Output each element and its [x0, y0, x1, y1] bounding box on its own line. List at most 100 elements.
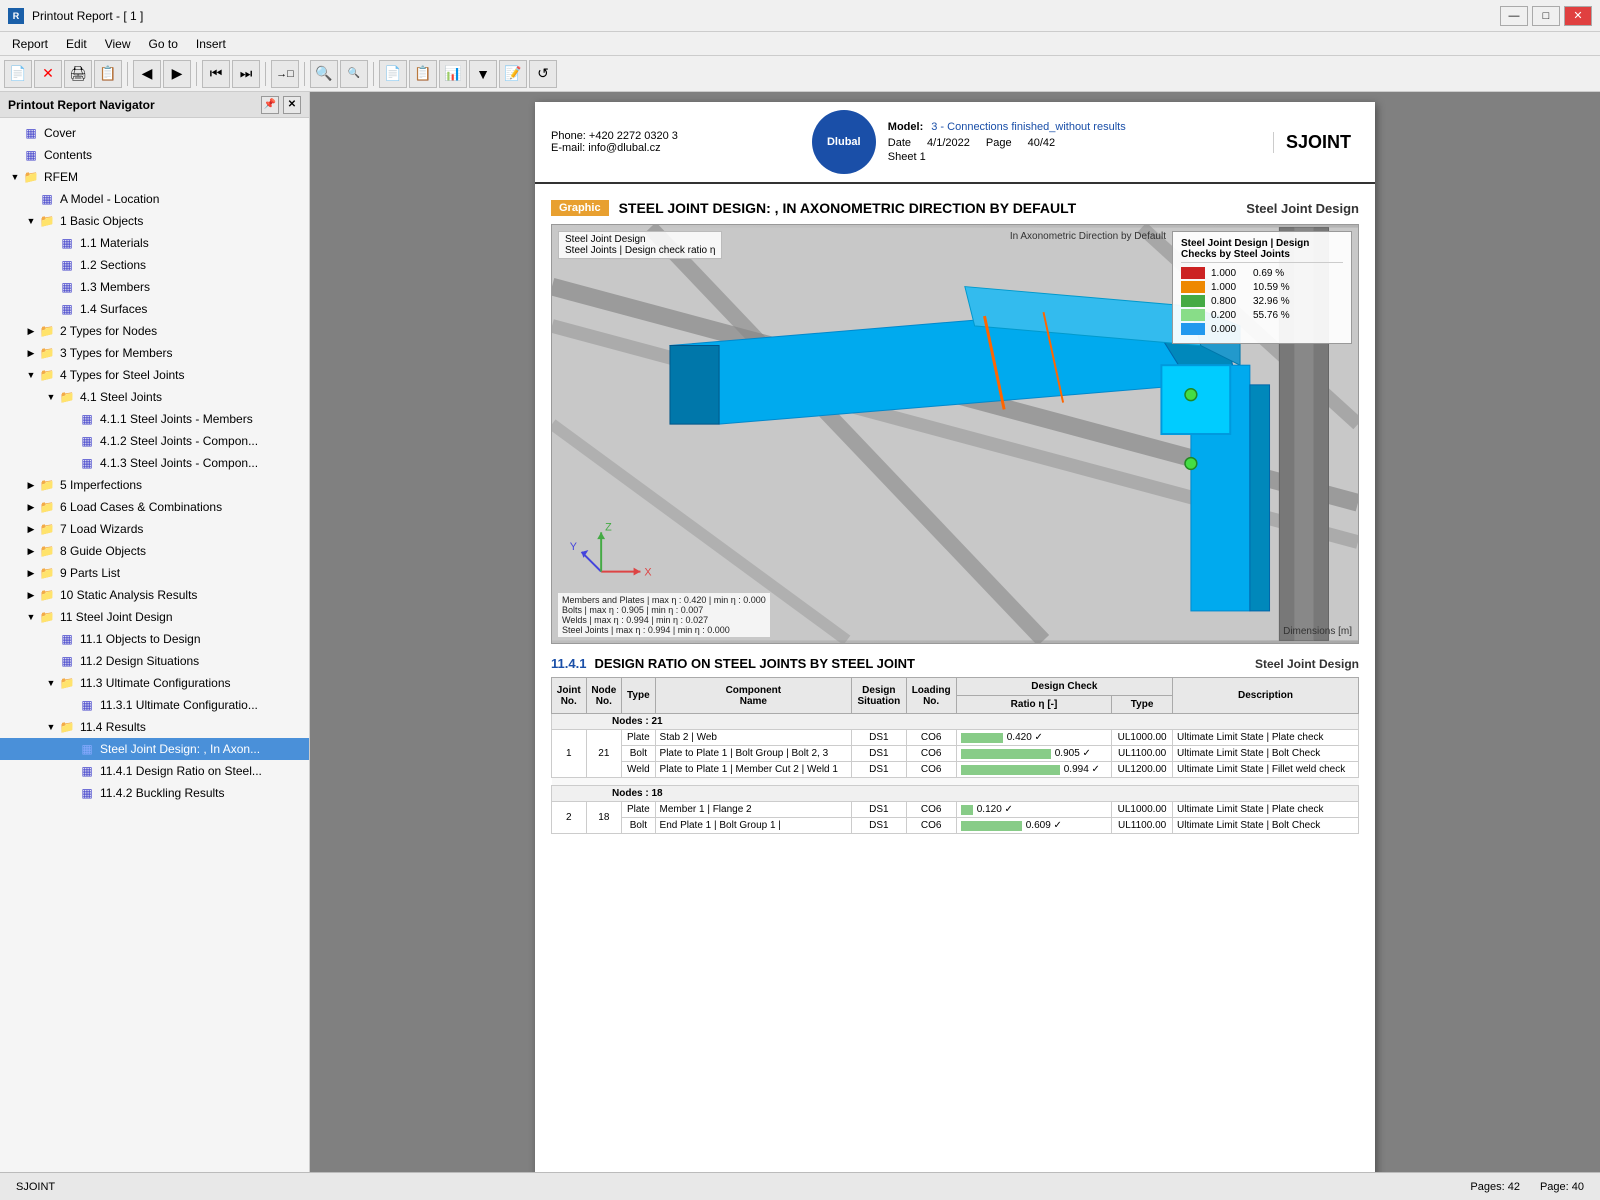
- ratio-2-1: 0.120 ✓: [956, 802, 1111, 818]
- doc-icon-contents: ▦: [22, 148, 40, 162]
- export-btn[interactable]: 📊: [439, 60, 467, 88]
- ratio-2-2: 0.609 ✓: [956, 818, 1111, 834]
- folder-icon-sj41: 📁: [58, 390, 76, 404]
- nav-label-surfaces: 1.4 Surfaces: [80, 302, 147, 316]
- menu-view[interactable]: View: [97, 35, 139, 53]
- status-bar: SJOINT Pages: 42 Page: 40: [0, 1172, 1600, 1200]
- nav-item-cover[interactable]: ▦ Cover: [0, 122, 309, 144]
- delete-btn[interactable]: ✕: [34, 60, 62, 88]
- zoom-in-btn[interactable]: 🔍: [310, 60, 338, 88]
- doc-icon-buckling: ▦: [78, 786, 96, 800]
- nav-item-contents[interactable]: ▦ Contents: [0, 144, 309, 166]
- next-btn[interactable]: ▶: [163, 60, 191, 88]
- checktype-1-3: UL1200.00: [1112, 762, 1173, 778]
- page-btn[interactable]: 📄: [379, 60, 407, 88]
- nav-item-designratio[interactable]: ▦ 11.4.1 Design Ratio on Steel...: [0, 760, 309, 782]
- nav-item-amodel[interactable]: ▦ A Model - Location: [0, 188, 309, 210]
- last-btn[interactable]: ⏭: [232, 60, 260, 88]
- folder-icon-imperfections: 📁: [38, 478, 56, 492]
- nav-label-ult131: 11.3.1 Ultimate Configuratio...: [100, 698, 258, 712]
- copy-btn[interactable]: 📋: [409, 60, 437, 88]
- first-btn[interactable]: ⏮: [202, 60, 230, 88]
- graphic-section-type: Steel Joint Design: [1246, 201, 1359, 216]
- zoom-out-btn[interactable]: 🔍: [340, 60, 368, 88]
- nav-item-materials[interactable]: ▦ 1.1 Materials: [0, 232, 309, 254]
- dlubal-logo: Dlubal: [812, 110, 876, 174]
- page-header: Phone: +420 2272 0320 3 E-mail: info@dlu…: [535, 102, 1375, 184]
- nav-label-static: 10 Static Analysis Results: [60, 588, 197, 602]
- nav-pin-btn[interactable]: 📌: [261, 96, 279, 114]
- doc-icon-cover: ▦: [22, 126, 40, 140]
- sep5: [373, 62, 374, 86]
- nav-item-parts[interactable]: ▶ 📁 9 Parts List: [0, 562, 309, 584]
- refresh-btn[interactable]: ↺: [529, 60, 557, 88]
- nav-item-steeljoints[interactable]: ▼ 📁 4 Types for Steel Joints: [0, 364, 309, 386]
- nav-item-sj41[interactable]: ▼ 📁 4.1 Steel Joints: [0, 386, 309, 408]
- legend-row-1: 1.000 10.59 %: [1181, 281, 1343, 293]
- legend-val-4: 0.000: [1211, 324, 1247, 335]
- folder-icon-sjdesign: 📁: [38, 610, 56, 624]
- nav-close-btn[interactable]: ✕: [283, 96, 301, 114]
- title-bar: R Printout Report - [ 1 ] — □ ✕: [0, 0, 1600, 32]
- nav-item-sj413[interactable]: ▦ 4.1.3 Steel Joints - Compon...: [0, 452, 309, 474]
- nav-item-buckling[interactable]: ▦ 11.4.2 Buckling Results: [0, 782, 309, 804]
- date-value: 4/1/2022: [927, 137, 970, 149]
- menu-report[interactable]: Report: [4, 35, 56, 53]
- close-button[interactable]: ✕: [1564, 6, 1592, 26]
- toolbar: 📄 ✕ 🖨 📋 ◀ ▶ ⏮ ⏭ →□ 🔍 🔍 📄 📋 📊 ▼ 📝 ↺: [0, 56, 1600, 92]
- folder-icon-ultconfig: 📁: [58, 676, 76, 690]
- nav-label-designsit: 11.2 Design Situations: [80, 654, 199, 668]
- legend-color-0: [1181, 267, 1205, 279]
- page-value: 40/42: [1028, 137, 1056, 149]
- joint-no-1: 1: [552, 730, 587, 778]
- nav-item-objects[interactable]: ▦ 11.1 Objects to Design: [0, 628, 309, 650]
- nav-item-sj411[interactable]: ▦ 4.1.1 Steel Joints - Members: [0, 408, 309, 430]
- goto-btn[interactable]: →□: [271, 60, 299, 88]
- nav-item-results[interactable]: ▼ 📁 11.4 Results: [0, 716, 309, 738]
- status-page: Page: 40: [1540, 1181, 1584, 1193]
- navigator-title: Printout Report Navigator: [8, 98, 155, 112]
- new-btn[interactable]: 📄: [4, 60, 32, 88]
- text-btn[interactable]: 📝: [499, 60, 527, 88]
- maximize-button[interactable]: □: [1532, 6, 1560, 26]
- nav-label-rfem: RFEM: [44, 170, 78, 184]
- prev-btn[interactable]: ◀: [133, 60, 161, 88]
- dropdown-btn[interactable]: ▼: [469, 60, 497, 88]
- print2-btn[interactable]: 📋: [94, 60, 122, 88]
- ratio-1-3: 0.994 ✓: [956, 762, 1111, 778]
- menu-bar: Report Edit View Go to Insert: [0, 32, 1600, 56]
- nav-item-ult131[interactable]: ▦ 11.3.1 Ultimate Configuratio...: [0, 694, 309, 716]
- th-node-no: NodeNo.: [586, 678, 622, 714]
- menu-insert[interactable]: Insert: [188, 35, 234, 53]
- nav-label-designratio: 11.4.1 Design Ratio on Steel...: [100, 764, 262, 778]
- print-btn[interactable]: 🖨: [64, 60, 92, 88]
- nav-item-sections[interactable]: ▦ 1.2 Sections: [0, 254, 309, 276]
- nav-item-loadcases[interactable]: ▶ 📁 6 Load Cases & Combinations: [0, 496, 309, 518]
- nav-item-sjdesign[interactable]: ▼ 📁 11 Steel Joint Design: [0, 606, 309, 628]
- menu-goto[interactable]: Go to: [141, 35, 186, 53]
- nav-expand-rfem: ▼: [8, 170, 22, 184]
- legend-color-1: [1181, 281, 1205, 293]
- nav-item-active[interactable]: ▦ Steel Joint Design: , In Axon...: [0, 738, 309, 760]
- nav-item-members13[interactable]: ▦ 1.3 Members: [0, 276, 309, 298]
- menu-edit[interactable]: Edit: [58, 35, 95, 53]
- nav-item-rfem[interactable]: ▼ 📁 RFEM: [0, 166, 309, 188]
- nav-item-sj412[interactable]: ▦ 4.1.2 Steel Joints - Compon...: [0, 430, 309, 452]
- component-1-2: Plate to Plate 1 | Bolt Group | Bolt 2, …: [655, 746, 852, 762]
- minimize-button[interactable]: —: [1500, 6, 1528, 26]
- nav-item-static[interactable]: ▶ 📁 10 Static Analysis Results: [0, 584, 309, 606]
- nav-item-basic[interactable]: ▼ 📁 1 Basic Objects: [0, 210, 309, 232]
- desc-1-1: Ultimate Limit State | Plate check: [1173, 730, 1359, 746]
- nav-item-members3[interactable]: ▶ 📁 3 Types for Members: [0, 342, 309, 364]
- table-row-2-1: 2 18 Plate Member 1 | Flange 2 DS1 CO6 0…: [552, 802, 1359, 818]
- nav-item-designsit[interactable]: ▦ 11.2 Design Situations: [0, 650, 309, 672]
- nav-item-nodes[interactable]: ▶ 📁 2 Types for Nodes: [0, 320, 309, 342]
- nav-item-guide[interactable]: ▶ 📁 8 Guide Objects: [0, 540, 309, 562]
- table-section-title: DESIGN RATIO ON STEEL JOINTS BY STEEL JO…: [594, 656, 1255, 671]
- contact-info: Phone: +420 2272 0320 3 E-mail: info@dlu…: [551, 130, 800, 154]
- nav-item-loadwizards[interactable]: ▶ 📁 7 Load Wizards: [0, 518, 309, 540]
- nav-label-buckling: 11.4.2 Buckling Results: [100, 786, 225, 800]
- nav-item-imperfections[interactable]: ▶ 📁 5 Imperfections: [0, 474, 309, 496]
- nav-item-surfaces[interactable]: ▦ 1.4 Surfaces: [0, 298, 309, 320]
- nav-item-ultconfig[interactable]: ▼ 📁 11.3 Ultimate Configurations: [0, 672, 309, 694]
